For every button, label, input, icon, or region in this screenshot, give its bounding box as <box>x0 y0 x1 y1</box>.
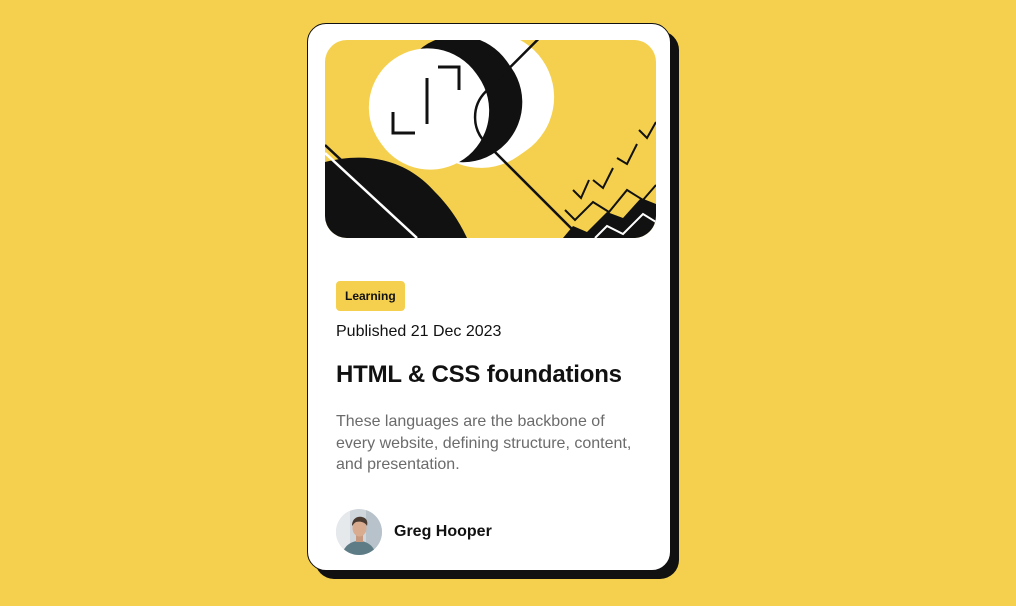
published-date: Published 21 Dec 2023 <box>336 323 502 340</box>
article-description: These languages are the backbone of ever… <box>336 413 632 473</box>
author-avatar <box>336 509 382 555</box>
category-tag: Learning <box>336 281 405 311</box>
blog-preview-card: Learning Published 21 Dec 2023 HTML & CS… <box>307 23 671 571</box>
article-illustration <box>325 40 656 238</box>
article-title[interactable]: HTML & CSS foundations <box>336 361 622 389</box>
author: Greg Hooper <box>336 509 492 555</box>
author-name: Greg Hooper <box>394 523 492 540</box>
